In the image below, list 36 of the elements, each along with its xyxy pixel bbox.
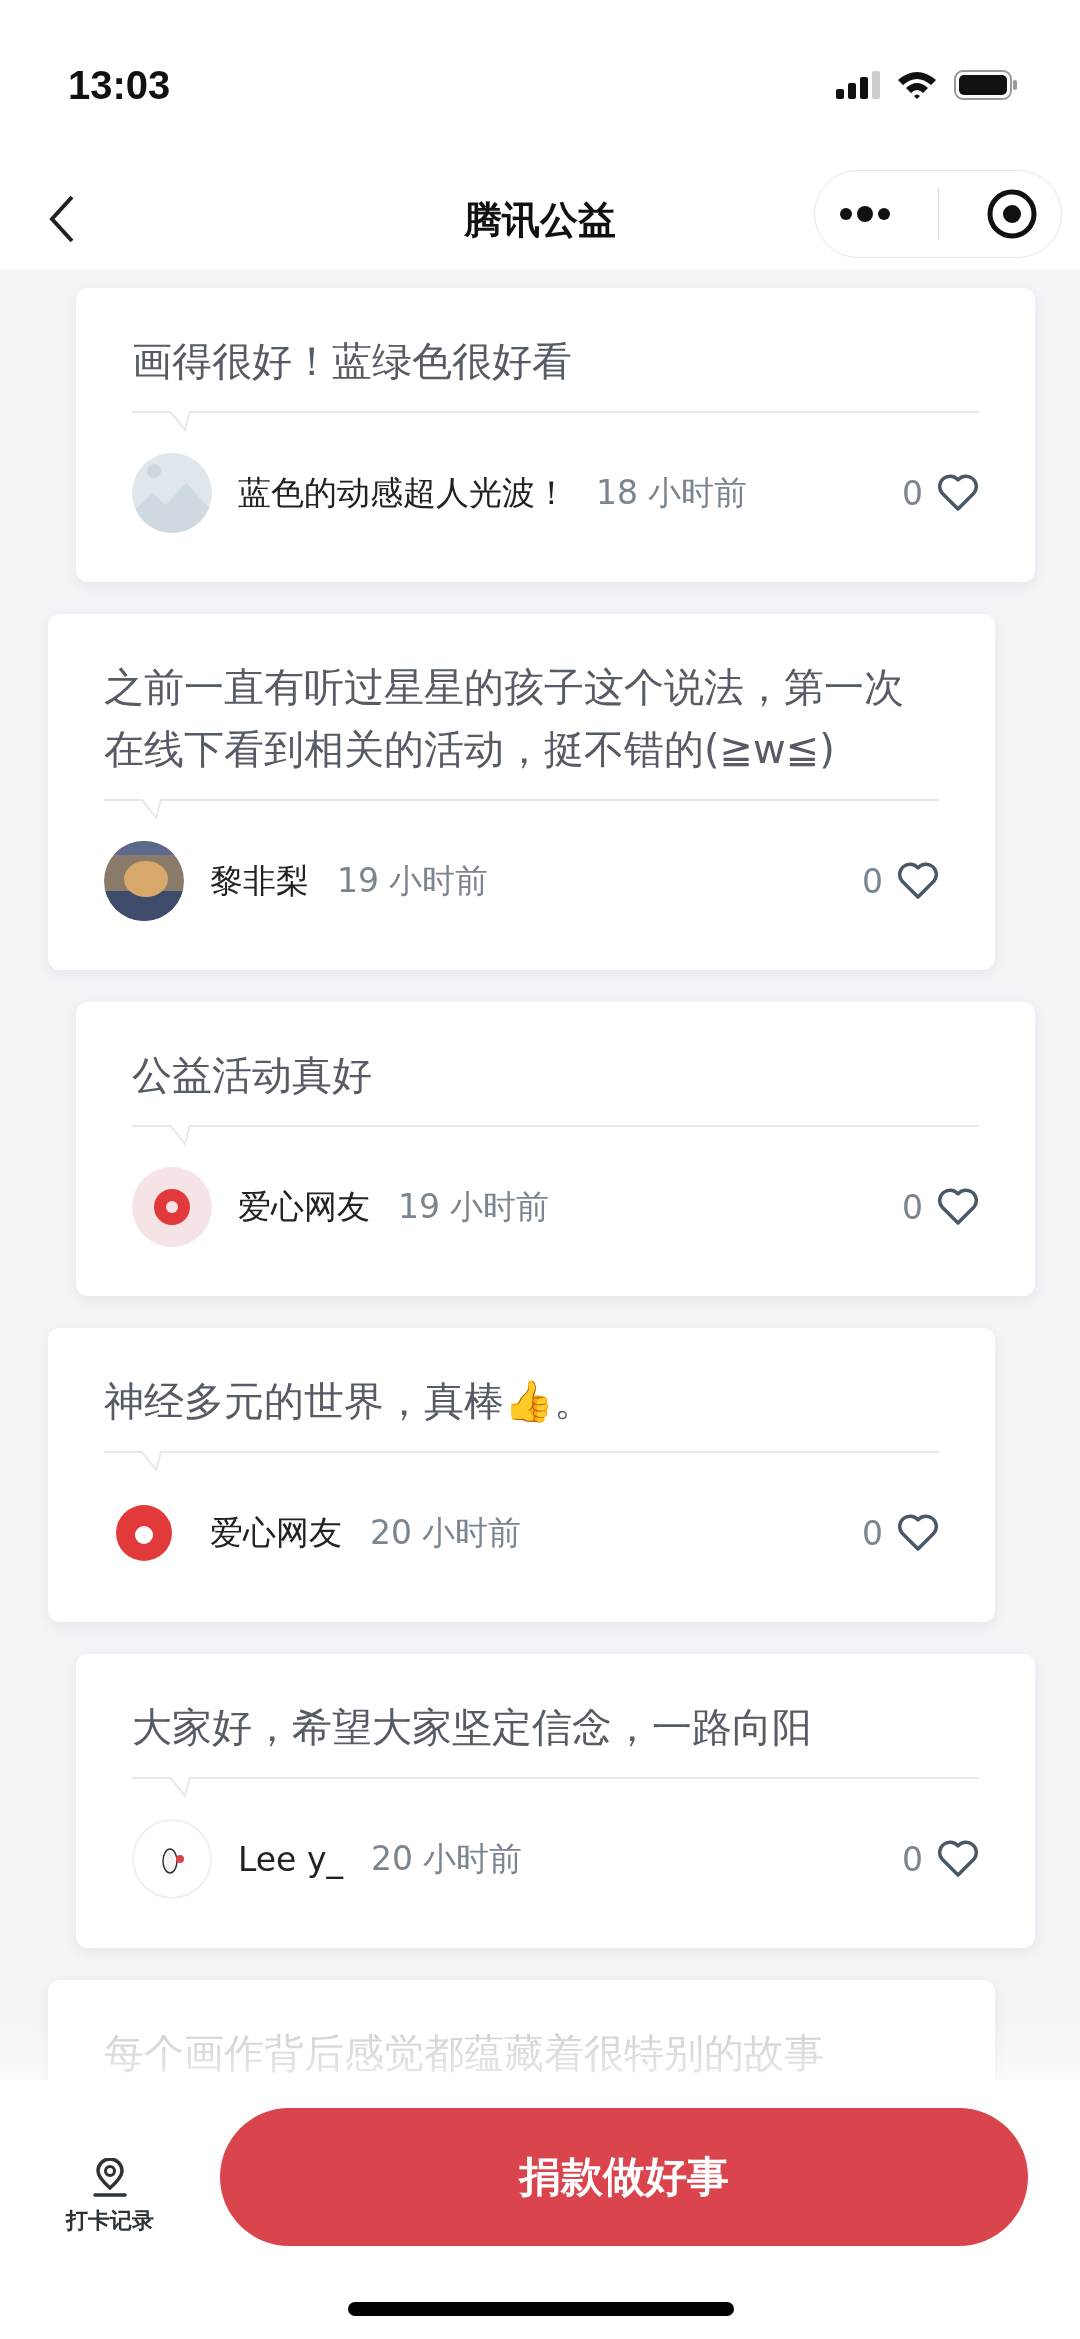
author-name: 爱心网友 (210, 1511, 342, 1554)
comment-text: 画得很好！蓝绿色很好看 (132, 337, 573, 386)
like-count: 0 (902, 473, 923, 513)
like-count: 0 (902, 1839, 923, 1879)
heart-icon[interactable] (937, 1188, 979, 1226)
comment-text: 之前一直有听过星星的孩子这个说法，第一次在线下看到相关的活动，挺不错的(≧w≦) (104, 663, 905, 774)
like-count: 0 (862, 861, 883, 901)
comment-text: 公益活动真好 (132, 1051, 373, 1100)
comment-time: 18 小时前 (596, 471, 749, 514)
signal-icon (836, 71, 880, 99)
author-name: 蓝色的动感超人光波！ (238, 471, 568, 514)
comment-time: 20 小时前 (370, 1837, 524, 1880)
comment-text: 大家好，希望大家坚定信念，一路向阳 (132, 1703, 813, 1752)
close-icon[interactable] (985, 188, 1038, 240)
back-icon[interactable] (48, 194, 76, 244)
comment-time: 19 小时前 (337, 859, 490, 902)
author-name: 黎非梨 (210, 859, 309, 902)
author-name: Lee y_ (238, 1839, 343, 1879)
status-time: 13:03 (68, 62, 171, 108)
page-title: 腾讯公益 (464, 196, 616, 244)
donate-button[interactable]: 捐款做好事 (220, 2108, 1028, 2246)
more-icon[interactable] (838, 204, 891, 224)
checkin-record-button[interactable]: 打卡记录 (0, 2108, 220, 2236)
comment-text: 神经多元的世界，真棒👍。 (104, 1377, 595, 1426)
heart-icon[interactable] (897, 862, 939, 900)
battery-icon (954, 70, 1018, 100)
comment-time: 20 小时前 (370, 1511, 523, 1554)
heart-icon[interactable] (897, 1514, 939, 1552)
wifi-icon (896, 70, 938, 100)
heart-icon[interactable] (937, 1840, 979, 1878)
like-count: 0 (862, 1513, 883, 1553)
author-name: 爱心网友 (238, 1185, 370, 1228)
location-pin-icon (91, 2158, 129, 2198)
heart-icon[interactable] (937, 474, 979, 512)
comment-time: 19 小时前 (398, 1185, 551, 1228)
like-count: 0 (902, 1187, 923, 1227)
